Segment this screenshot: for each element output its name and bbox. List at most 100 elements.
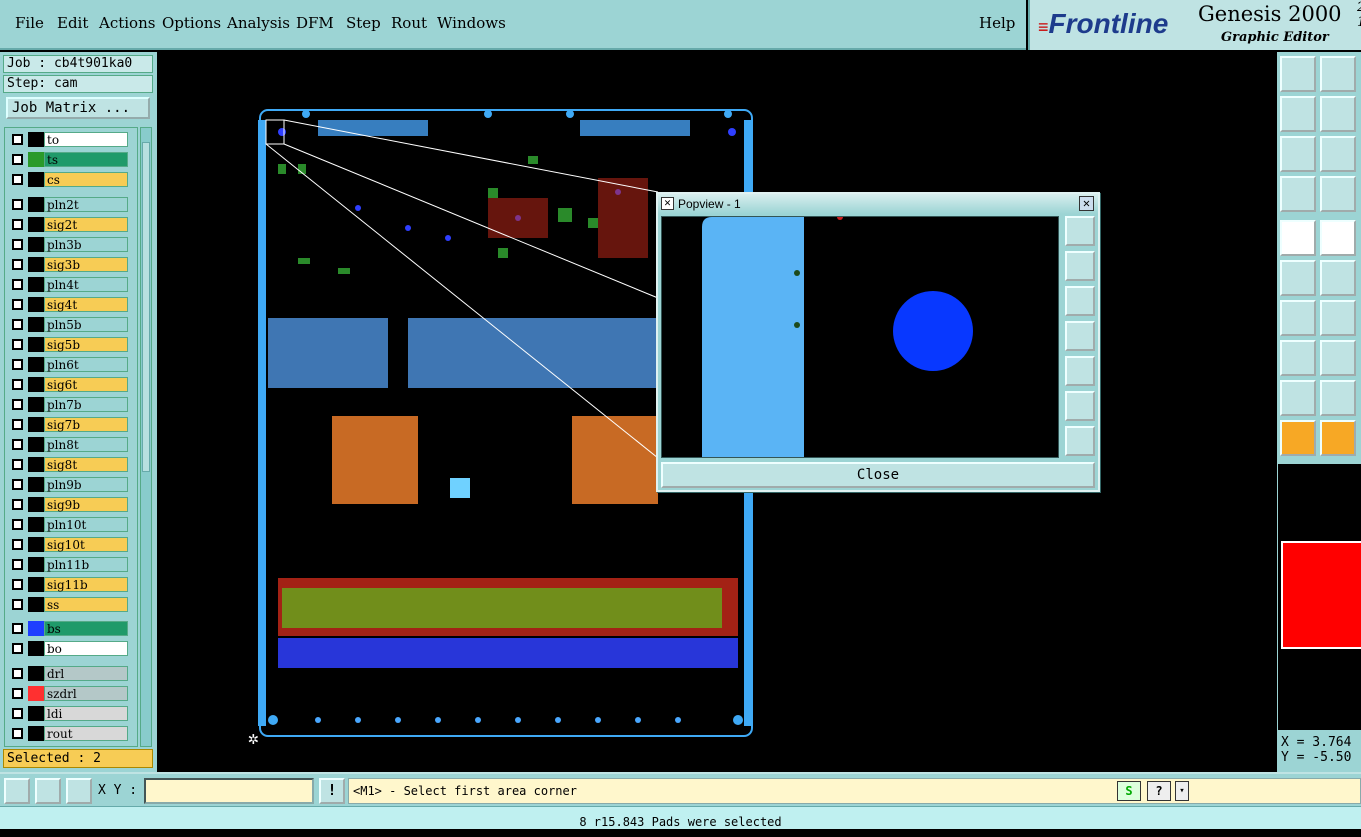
layer-checkbox[interactable] bbox=[12, 299, 23, 310]
popview-title-bar[interactable]: ✕ Popview - 1 bbox=[658, 194, 1098, 214]
layer-row-pln5b[interactable]: pln5b bbox=[8, 317, 128, 332]
pv-pan-up-icon[interactable] bbox=[1065, 251, 1095, 281]
layer-color-swatch[interactable] bbox=[28, 641, 44, 656]
layer-color-swatch[interactable] bbox=[28, 706, 44, 721]
layer-name[interactable]: sig8t bbox=[44, 457, 128, 472]
layer-name[interactable]: sig4t bbox=[44, 297, 128, 312]
layer-checkbox[interactable] bbox=[12, 219, 23, 230]
layer-checkbox[interactable] bbox=[12, 134, 23, 145]
layer-row-ts[interactable]: ts bbox=[8, 152, 128, 167]
layer-row-pln9b[interactable]: pln9b bbox=[8, 477, 128, 492]
layer-name[interactable]: bs bbox=[44, 621, 128, 636]
pv-zoom-in-icon[interactable] bbox=[1065, 426, 1095, 456]
layer-row-cs[interactable]: cs bbox=[8, 172, 128, 187]
angle-icon[interactable] bbox=[35, 778, 61, 804]
layer-color-swatch[interactable] bbox=[28, 577, 44, 592]
layer-row-bs[interactable]: bs bbox=[8, 621, 128, 636]
layer-name[interactable]: sig2t bbox=[44, 217, 128, 232]
vertex-icon[interactable] bbox=[1320, 380, 1356, 416]
layer-row-sig4t[interactable]: sig4t bbox=[8, 297, 128, 312]
layer-checkbox[interactable] bbox=[12, 439, 23, 450]
layer-checkbox[interactable] bbox=[12, 379, 23, 390]
menu-analysis[interactable]: Analysis bbox=[227, 14, 290, 32]
layer-name[interactable]: cs bbox=[44, 172, 128, 187]
layer-name[interactable]: pln9b bbox=[44, 477, 128, 492]
menu-options[interactable]: Options bbox=[162, 14, 221, 32]
layer-name[interactable]: pln7b bbox=[44, 397, 128, 412]
layer-row-sig6t[interactable]: sig6t bbox=[8, 377, 128, 392]
layer-color-swatch[interactable] bbox=[28, 297, 44, 312]
layer-checkbox[interactable] bbox=[12, 174, 23, 185]
layer-color-swatch[interactable] bbox=[28, 497, 44, 512]
popview-canvas[interactable] bbox=[661, 216, 1059, 458]
help-button[interactable]: ? bbox=[1147, 781, 1171, 801]
layer-row-sig3b[interactable]: sig3b bbox=[8, 257, 128, 272]
menu-help[interactable]: Help bbox=[979, 14, 1015, 32]
pv-pan-down-icon[interactable] bbox=[1065, 286, 1095, 316]
layer-checkbox[interactable] bbox=[12, 479, 23, 490]
layer-checkbox[interactable] bbox=[12, 199, 23, 210]
layer-color-swatch[interactable] bbox=[28, 621, 44, 636]
layer-checkbox[interactable] bbox=[12, 279, 23, 290]
layer-row-sig11b[interactable]: sig11b bbox=[8, 577, 128, 592]
layer-color-swatch[interactable] bbox=[28, 417, 44, 432]
layer-color-swatch[interactable] bbox=[28, 597, 44, 612]
menu-file[interactable]: File bbox=[15, 14, 44, 32]
layer-color-swatch[interactable] bbox=[28, 666, 44, 681]
split-icon[interactable] bbox=[1320, 340, 1356, 376]
layer-row-bo[interactable]: bo bbox=[8, 641, 128, 656]
s-button[interactable]: S bbox=[1117, 781, 1141, 801]
layer-row-pln3b[interactable]: pln3b bbox=[8, 237, 128, 252]
layer-name[interactable]: sig5b bbox=[44, 337, 128, 352]
popview-close-icon[interactable]: ✕ bbox=[1079, 196, 1094, 211]
layer-row-rout[interactable]: rout bbox=[8, 726, 128, 741]
layer-row-drl[interactable]: drl bbox=[8, 666, 128, 681]
layer-row-pln4t[interactable]: pln4t bbox=[8, 277, 128, 292]
layer-checkbox[interactable] bbox=[12, 359, 23, 370]
layer-checkbox[interactable] bbox=[12, 668, 23, 679]
layer-color-swatch[interactable] bbox=[28, 686, 44, 701]
layer-color-swatch[interactable] bbox=[28, 337, 44, 352]
layer-checkbox[interactable] bbox=[12, 539, 23, 550]
layer-color-swatch[interactable] bbox=[28, 317, 44, 332]
layer-color-swatch[interactable] bbox=[28, 237, 44, 252]
menu-windows[interactable]: Windows bbox=[437, 14, 506, 32]
layer-row-pln10t[interactable]: pln10t bbox=[8, 517, 128, 532]
layer-row-pln2t[interactable]: pln2t bbox=[8, 197, 128, 212]
layer-name[interactable]: ss bbox=[44, 597, 128, 612]
layer-color-swatch[interactable] bbox=[28, 477, 44, 492]
job-matrix-button[interactable]: Job Matrix ... bbox=[6, 97, 150, 119]
layer-row-pln7b[interactable]: pln7b bbox=[8, 397, 128, 412]
layer-checkbox[interactable] bbox=[12, 623, 23, 634]
layer-name[interactable]: bo bbox=[44, 641, 128, 656]
layer-name[interactable]: sig3b bbox=[44, 257, 128, 272]
layer-checkbox[interactable] bbox=[12, 599, 23, 610]
copy-icon[interactable] bbox=[1280, 340, 1316, 376]
layer-name[interactable]: sig9b bbox=[44, 497, 128, 512]
add-pad-icon[interactable] bbox=[1280, 220, 1316, 256]
layer-color-swatch[interactable] bbox=[28, 217, 44, 232]
move-line-icon[interactable] bbox=[1280, 300, 1316, 336]
layer-row-sig5b[interactable]: sig5b bbox=[8, 337, 128, 352]
layer-checkbox[interactable] bbox=[12, 319, 23, 330]
menu-actions[interactable]: Actions bbox=[99, 14, 155, 32]
layer-name[interactable]: rout bbox=[44, 726, 128, 741]
layer-row-to[interactable]: to bbox=[8, 132, 128, 147]
alert-button[interactable]: ! bbox=[319, 778, 345, 804]
layer-scrollbar[interactable] bbox=[140, 127, 152, 747]
layer-checkbox[interactable] bbox=[12, 259, 23, 270]
xy-input[interactable] bbox=[144, 778, 314, 804]
layer-row-ss[interactable]: ss bbox=[8, 597, 128, 612]
layer-checkbox[interactable] bbox=[12, 419, 23, 430]
connect-icon[interactable] bbox=[1280, 260, 1316, 296]
layer-color-swatch[interactable] bbox=[28, 197, 44, 212]
layer-name[interactable]: sig6t bbox=[44, 377, 128, 392]
zoom-fit-icon[interactable] bbox=[1320, 136, 1356, 172]
delete-icon[interactable] bbox=[1320, 260, 1356, 296]
stretch-icon[interactable] bbox=[1320, 300, 1356, 336]
layer-name[interactable]: pln2t bbox=[44, 197, 128, 212]
layer-color-swatch[interactable] bbox=[28, 377, 44, 392]
layer-name[interactable]: pln11b bbox=[44, 557, 128, 572]
layer-color-swatch[interactable] bbox=[28, 537, 44, 552]
layer-checkbox[interactable] bbox=[12, 339, 23, 350]
